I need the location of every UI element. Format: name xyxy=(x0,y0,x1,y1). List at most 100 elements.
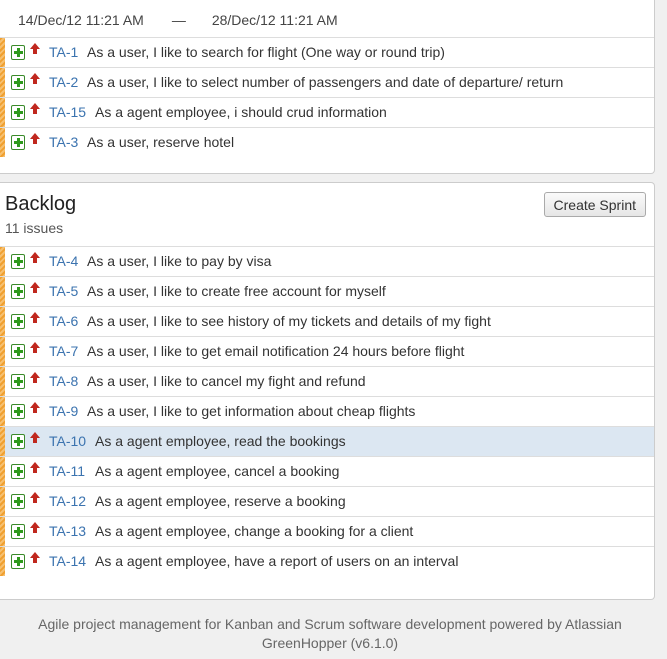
issue-row[interactable]: TA-12 As a agent employee, reserve a book… xyxy=(0,486,654,516)
story-icon xyxy=(11,494,25,509)
issue-row[interactable]: TA-11 As a agent employee, cancel a booki… xyxy=(0,456,654,486)
priority-major-icon xyxy=(30,462,40,476)
issue-row[interactable]: TA-1 As a user, I like to search for flig… xyxy=(0,37,654,67)
backlog-issue-count: 11 issues xyxy=(5,220,64,236)
issue-key-link[interactable]: TA-13 xyxy=(49,523,86,539)
issue-key-link[interactable]: TA-4 xyxy=(49,253,78,269)
issue-key-link[interactable]: TA-10 xyxy=(49,433,86,449)
issue-key-link[interactable]: TA-14 xyxy=(49,553,86,569)
issue-summary: As a agent employee, have a report of us… xyxy=(95,553,459,569)
priority-major-icon xyxy=(30,312,40,326)
priority-major-icon xyxy=(30,402,40,416)
priority-major-icon xyxy=(30,252,40,266)
issue-row[interactable]: TA-4 As a user, I like to pay by visa xyxy=(0,246,654,276)
issue-row[interactable]: TA-10 As a agent employee, read the booki… xyxy=(0,426,654,456)
issue-summary: As a agent employee, reserve a booking xyxy=(95,493,346,509)
issue-summary: As a agent employee, read the bookings xyxy=(95,433,346,449)
issue-key-link[interactable]: TA-6 xyxy=(49,313,78,329)
drag-handle[interactable] xyxy=(0,427,5,456)
priority-major-icon xyxy=(30,73,40,87)
priority-major-icon xyxy=(30,103,40,117)
drag-handle[interactable] xyxy=(0,457,5,486)
priority-major-icon xyxy=(30,43,40,57)
issue-summary: As a user, I like to search for flight (… xyxy=(87,44,445,60)
issue-row[interactable]: TA-15 As a agent employee, i should crud … xyxy=(0,97,654,127)
drag-handle[interactable] xyxy=(0,307,5,336)
story-icon xyxy=(11,105,25,120)
issue-summary: As a user, I like to get information abo… xyxy=(87,403,416,419)
issue-key-link[interactable]: TA-8 xyxy=(49,373,78,389)
issue-summary: As a agent employee, i should crud infor… xyxy=(95,104,387,120)
footer-line-2: GreenHopper (v6.1.0) xyxy=(261,635,399,651)
issue-row[interactable]: TA-8 As a user, I like to cancel my fight… xyxy=(0,366,654,396)
drag-handle[interactable] xyxy=(0,68,5,97)
issue-row[interactable]: TA-3 As a user, reserve hotel xyxy=(0,127,654,157)
drag-handle[interactable] xyxy=(0,547,5,576)
story-icon xyxy=(11,75,25,90)
issue-summary: As a user, I like to select number of pa… xyxy=(87,74,564,90)
story-icon xyxy=(11,554,25,569)
issue-row[interactable]: TA-6 As a user, I like to see history of … xyxy=(0,306,654,336)
issue-row[interactable]: TA-14 As a agent employee, have a report … xyxy=(0,546,654,576)
issue-key-link[interactable]: TA-11 xyxy=(49,463,85,479)
drag-handle[interactable] xyxy=(0,98,5,127)
drag-handle[interactable] xyxy=(0,38,5,67)
issue-key-link[interactable]: TA-7 xyxy=(49,343,78,359)
story-icon xyxy=(11,434,25,449)
issue-summary: As a agent employee, change a booking fo… xyxy=(95,523,414,539)
drag-handle[interactable] xyxy=(0,397,5,426)
sprint-issue-list: TA-1 As a user, I like to search for flig… xyxy=(0,37,654,157)
issue-row[interactable]: TA-5 As a user, I like to create free acc… xyxy=(0,276,654,306)
story-icon xyxy=(11,344,25,359)
sprint-panel: 14/Dec/12 11:21 AM — 28/Dec/12 11:21 AM TA… xyxy=(0,0,655,174)
issue-key-link[interactable]: TA-1 xyxy=(49,44,78,60)
issue-row[interactable]: TA-9 As a user, I like to get information… xyxy=(0,396,654,426)
priority-major-icon xyxy=(30,552,40,566)
story-icon xyxy=(11,254,25,269)
issue-summary: As a user, I like to pay by visa xyxy=(87,253,272,269)
issue-summary: As a user, I like to create free account… xyxy=(87,283,386,299)
issue-key-link[interactable]: TA-15 xyxy=(49,104,86,120)
drag-handle[interactable] xyxy=(0,277,5,306)
priority-major-icon xyxy=(30,282,40,296)
issue-row[interactable]: TA-2 As a user, I like to select number o… xyxy=(0,67,654,97)
issue-summary: As a user, I like to cancel my fight and… xyxy=(87,373,366,389)
priority-major-icon xyxy=(30,342,40,356)
story-icon xyxy=(11,464,25,479)
issue-key-link[interactable]: TA-5 xyxy=(49,283,78,299)
issue-key-link[interactable]: TA-2 xyxy=(49,74,78,90)
create-sprint-button[interactable]: Create Sprint xyxy=(543,192,646,217)
story-icon xyxy=(11,404,25,419)
drag-handle[interactable] xyxy=(0,128,5,157)
priority-major-icon xyxy=(30,492,40,506)
drag-handle[interactable] xyxy=(0,367,5,396)
issue-summary: As a agent employee, cancel a booking xyxy=(95,463,340,479)
priority-major-icon xyxy=(30,432,40,446)
footer: Agile project management for Kanban and … xyxy=(0,615,660,653)
backlog-title: Backlog xyxy=(5,193,77,215)
issue-summary: As a user, reserve hotel xyxy=(87,134,235,150)
backlog-panel: Backlog 11 issues Create Sprint TA-4 As a… xyxy=(0,182,655,600)
issue-summary: As a user, I like to get email notificat… xyxy=(87,343,465,359)
issue-row[interactable]: TA-7 As a user, I like to get email notif… xyxy=(0,336,654,366)
story-icon xyxy=(11,135,25,150)
story-icon xyxy=(11,45,25,60)
issue-key-link[interactable]: TA-3 xyxy=(49,134,78,150)
sprint-end-date: 28/Dec/12 11:21 AM xyxy=(211,12,338,28)
date-separator: — xyxy=(171,12,186,28)
drag-handle[interactable] xyxy=(0,337,5,366)
drag-handle[interactable] xyxy=(0,517,5,546)
priority-major-icon xyxy=(30,133,40,147)
backlog-issue-list: TA-4 As a user, I like to pay by visa TA-5… xyxy=(0,246,654,576)
issue-key-link[interactable]: TA-9 xyxy=(49,403,78,419)
sprint-dates: 14/Dec/12 11:21 AM — 28/Dec/12 11:21 AM xyxy=(18,12,338,28)
priority-major-icon xyxy=(30,372,40,386)
drag-handle[interactable] xyxy=(0,487,5,516)
drag-handle[interactable] xyxy=(0,247,5,276)
issue-row[interactable]: TA-13 As a agent employee, change a booki… xyxy=(0,516,654,546)
story-icon xyxy=(11,374,25,389)
story-icon xyxy=(11,524,25,539)
issue-key-link[interactable]: TA-12 xyxy=(49,493,86,509)
story-icon xyxy=(11,284,25,299)
issue-summary: As a user, I like to see history of my t… xyxy=(87,313,491,329)
